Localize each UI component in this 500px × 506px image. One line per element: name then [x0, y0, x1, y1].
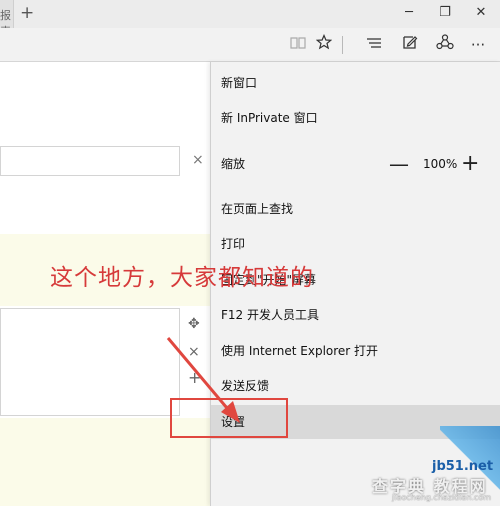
menu-item-find-on-page[interactable]: 在页面上查找 — [211, 192, 500, 226]
zoom-in-button[interactable]: + — [461, 147, 479, 181]
restore-button[interactable]: ❐ — [430, 2, 460, 24]
zoom-level: 100% — [423, 157, 458, 171]
toolbar-divider — [342, 36, 343, 54]
move-icon[interactable]: ✥ — [188, 316, 200, 332]
menu-item-label: 新 InPrivate 窗口 — [221, 111, 318, 125]
annotation-highlight-box — [170, 398, 288, 438]
web-note-icon[interactable] — [398, 34, 422, 56]
menu-item-label: 新窗口 — [221, 76, 258, 90]
clear-input-icon[interactable]: × — [192, 152, 204, 168]
more-button[interactable]: ··· — [466, 34, 490, 56]
text-input[interactable] — [0, 146, 180, 176]
share-icon[interactable] — [433, 34, 457, 56]
menu-item-label: 发送反馈 — [221, 379, 270, 393]
tab-strip: 报表 + ─ ❐ ✕ — [0, 0, 500, 28]
close-window-button[interactable]: ✕ — [466, 2, 496, 24]
zoom-out-button[interactable]: — — [389, 147, 409, 181]
new-tab-button[interactable]: + — [20, 3, 34, 23]
menu-item-label: 打印 — [221, 237, 246, 251]
annotation-text: 这个地方，大家都知道的 — [50, 265, 314, 291]
menu-item-label: 使用 Internet Explorer 打开 — [221, 344, 379, 358]
minimize-button[interactable]: ─ — [394, 2, 424, 24]
menu-item-open-with-ie[interactable]: 使用 Internet Explorer 打开 — [211, 334, 500, 368]
menu-item-f12-tools[interactable]: F12 开发人员工具 — [211, 298, 500, 332]
menu-item-new-inprivate[interactable]: 新 InPrivate 窗口 — [211, 101, 500, 135]
menu-item-new-window[interactable]: 新窗口 — [211, 66, 500, 100]
text-area[interactable] — [0, 308, 180, 416]
partial-tab-label: 报表 — [0, 9, 11, 28]
remove-icon[interactable]: × — [188, 344, 200, 360]
browser-toolbar: ··· — [0, 28, 500, 62]
hub-icon[interactable] — [362, 34, 386, 56]
reading-view-icon[interactable] — [286, 34, 310, 56]
add-icon[interactable]: + — [188, 368, 201, 387]
menu-item-print[interactable]: 打印 — [211, 227, 500, 261]
watermark-site: jb51.net — [432, 459, 494, 474]
menu-item-zoom: 缩放 — 100% + — [211, 147, 500, 181]
menu-item-label: F12 开发人员工具 — [221, 308, 319, 322]
partial-tab[interactable]: 报表 — [0, 0, 14, 28]
star-icon[interactable] — [312, 33, 336, 56]
menu-item-label: 在页面上查找 — [221, 202, 294, 216]
watermark-url: jiaocheng.chazidian.com — [392, 493, 492, 502]
zoom-label: 缩放 — [221, 157, 246, 171]
